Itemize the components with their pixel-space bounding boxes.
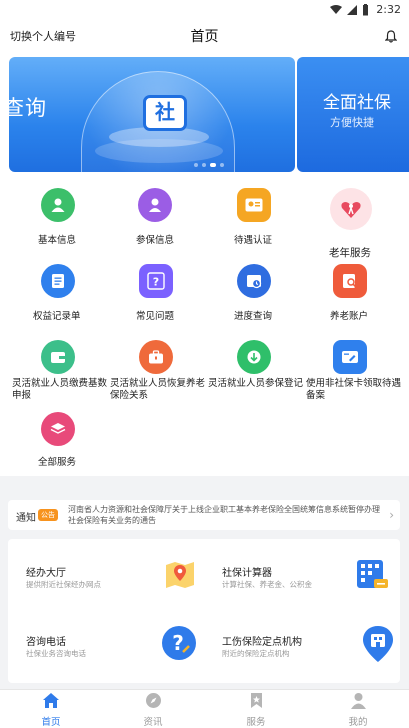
carousel-dot	[202, 163, 206, 167]
card-hotline[interactable]: 咨询电话 社保业务咨询电话 ?	[8, 611, 204, 683]
service-label: 老年服务	[329, 247, 371, 259]
battery-icon	[363, 4, 368, 16]
service-label: 基本信息	[38, 235, 77, 246]
service-label: 参保信息	[136, 235, 175, 246]
banner-slide-next[interactable]: 全面社保 方便快捷	[297, 57, 409, 172]
service-label: 全部服务	[38, 457, 77, 468]
service-label: 常见问题	[136, 311, 175, 322]
wallet-icon	[41, 340, 75, 374]
home-icon	[43, 693, 59, 708]
carousel-indicator	[194, 163, 224, 167]
bookmark-icon	[250, 693, 262, 708]
user-icon	[350, 693, 366, 709]
service-label: 使用非社保卡领取待遇备案	[306, 378, 402, 401]
service-non-card-filing[interactable]: 使用非社保卡领取待遇备案	[300, 340, 402, 406]
briefcase-icon	[139, 340, 173, 374]
services-grid: 基本信息 参保信息 待遇认证 老年服务 权益记录单 ? 常见问题 进度查询 养老…	[0, 180, 409, 476]
service-label: 待遇认证	[234, 235, 273, 246]
id-card-icon	[237, 188, 271, 222]
map-pin-icon	[164, 559, 196, 595]
svg-text:?: ?	[172, 631, 184, 655]
service-insured-info[interactable]: 参保信息	[104, 188, 204, 248]
service-basic-info[interactable]: 基本信息	[8, 188, 108, 248]
document-icon	[41, 264, 75, 298]
service-faq[interactable]: ? 常见问题	[104, 264, 204, 324]
account-search-icon	[333, 264, 367, 298]
wifi-icon	[330, 5, 342, 14]
social-security-logo-icon: 社	[143, 95, 187, 131]
elderly-icon	[330, 188, 372, 230]
service-label: 权益记录单	[33, 311, 81, 322]
status-icons	[330, 4, 369, 16]
tab-home[interactable]: 首页	[21, 692, 81, 728]
service-label: 灵活就业人员恢复养老保险关系	[110, 378, 206, 401]
card-title: 社保计算器	[222, 568, 272, 579]
carousel-dot	[194, 163, 198, 167]
tab-label: 服务	[246, 717, 266, 728]
tab-news[interactable]: 资讯	[123, 692, 183, 728]
card-subtitle: 附近的保险定点机构	[222, 649, 290, 658]
user-card-icon	[41, 188, 75, 222]
chevron-right-icon: ›	[389, 508, 394, 522]
switch-id-button[interactable]: 切换个人编号	[10, 28, 76, 44]
service-all[interactable]: 全部服务	[8, 412, 108, 472]
tab-label: 我的	[348, 717, 368, 728]
tab-label: 首页	[41, 717, 61, 728]
svg-text:?: ?	[153, 276, 159, 289]
card-subtitle: 社保业务咨询电话	[26, 649, 86, 658]
card-calculator[interactable]: 社保计算器 计算社保、养老金、公积金	[204, 539, 400, 611]
service-progress[interactable]: 进度查询	[202, 264, 302, 324]
status-time: 2:32	[376, 3, 401, 16]
notice-bar[interactable]: 通知 公告 河南省人力资源和社会保障厅关于上线企业职工基本养老保险全国统筹信息系…	[8, 500, 400, 530]
compass-icon	[145, 693, 161, 708]
tab-profile[interactable]: 我的	[328, 692, 388, 728]
card-subtitle: 计算社保、养老金、公积金	[222, 580, 312, 589]
card-title: 咨询电话	[26, 637, 66, 648]
person-icon	[138, 188, 172, 222]
notice-label: 通知	[16, 513, 36, 524]
banner-next-subtitle: 方便快捷	[330, 116, 374, 129]
carousel-dot-active	[210, 163, 216, 167]
service-flex-restore[interactable]: 灵活就业人员恢复养老保险关系	[104, 340, 206, 406]
help-phone-icon: ?	[161, 625, 197, 665]
header: 切换个人编号 首页	[0, 20, 409, 52]
service-cards: 经办大厅 提供附近社保经办网点 社保计算器 计算社保、养老金、公积金 咨询电话 …	[8, 539, 400, 683]
status-bar: 2:32	[0, 0, 409, 20]
service-label: 灵活就业人员参保登记	[208, 378, 304, 389]
card-title: 工伤保险定点机构	[222, 637, 302, 648]
service-label: 养老账户	[330, 311, 369, 322]
service-rights-record[interactable]: 权益记录单	[8, 264, 108, 324]
carousel-dot	[220, 163, 224, 167]
banner-next-title: 全面社保	[323, 93, 391, 113]
tab-services[interactable]: 服务	[226, 692, 286, 728]
banner-carousel[interactable]: 查询 社 全面社保 方便快捷	[0, 52, 409, 180]
service-benefit-auth[interactable]: 待遇认证	[202, 188, 302, 248]
card-title: 经办大厅	[26, 568, 66, 579]
hospital-icon	[362, 625, 394, 667]
service-elderly[interactable]: 老年服务	[300, 188, 400, 259]
bell-icon[interactable]	[384, 28, 398, 47]
notice-badge: 公告	[38, 509, 58, 521]
bottom-tab-bar: 首页 资讯 服务 我的	[0, 689, 409, 728]
card-subtitle: 提供附近社保经办网点	[26, 580, 101, 589]
signal-icon	[347, 5, 357, 15]
question-icon: ?	[139, 264, 173, 298]
service-flex-contribution[interactable]: 灵活就业人员缴费基数申报	[8, 340, 108, 406]
progress-icon	[237, 264, 271, 298]
card-service-hall[interactable]: 经办大厅 提供附近社保经办网点	[8, 539, 204, 611]
notice-text: 河南省人力资源和社会保障厅关于上线企业职工基本养老保险全国统筹信息系统暂停办理社…	[68, 505, 380, 525]
banner-slide[interactable]: 查询 社	[9, 57, 295, 172]
banner-main-text: 查询	[9, 96, 47, 120]
tab-label: 资讯	[143, 717, 163, 728]
service-pension-account[interactable]: 养老账户	[300, 264, 400, 324]
calculator-icon	[354, 557, 390, 597]
service-label: 灵活就业人员缴费基数申报	[12, 378, 108, 401]
service-label: 进度查询	[234, 311, 273, 322]
card-injury-institutions[interactable]: 工伤保险定点机构 附近的保险定点机构	[204, 611, 400, 683]
download-icon	[237, 340, 271, 374]
layers-icon	[41, 412, 75, 446]
service-flex-register[interactable]: 灵活就业人员参保登记	[202, 340, 304, 406]
card-edit-icon	[333, 340, 367, 374]
